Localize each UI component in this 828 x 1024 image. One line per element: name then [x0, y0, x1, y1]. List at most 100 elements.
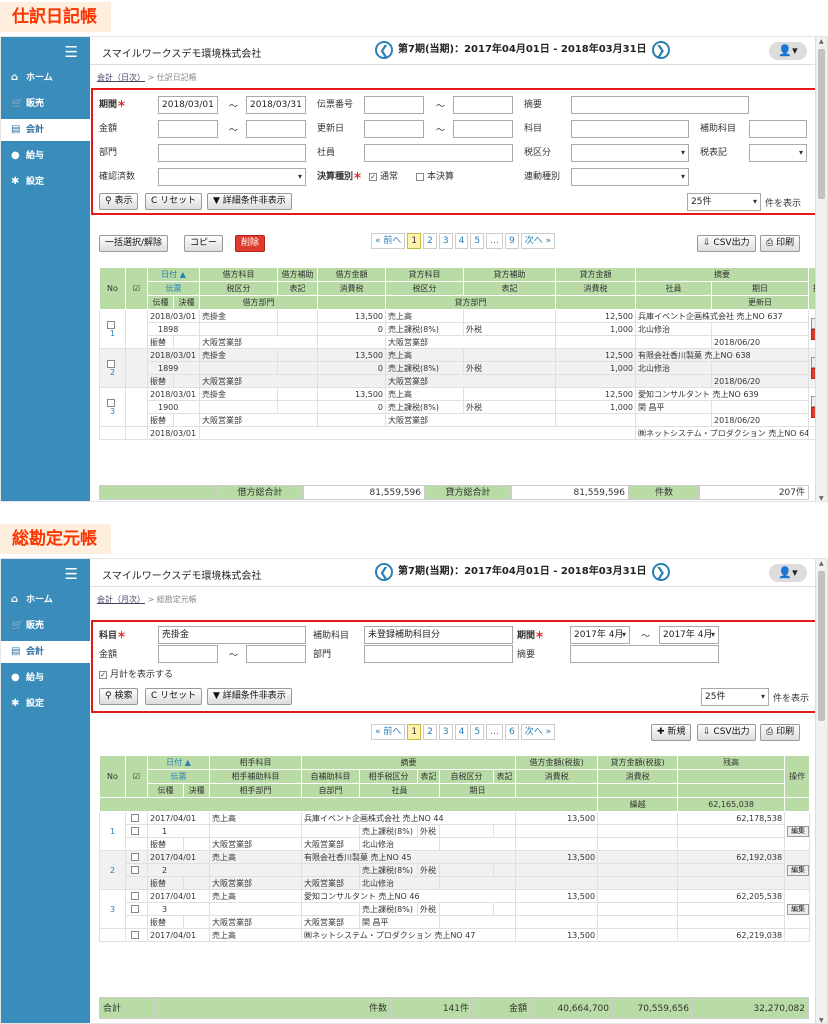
hamburger-menu-icon[interactable]: ☰: [65, 567, 78, 582]
breadcrumb-link[interactable]: 会計（月次）: [97, 595, 145, 604]
summary-input[interactable]: [571, 96, 749, 114]
page-9[interactable]: 9: [505, 233, 519, 249]
prev-period-icon[interactable]: ❮: [375, 41, 393, 59]
delete-button[interactable]: 削除: [235, 235, 266, 252]
detail-toggle-button[interactable]: ▼ 詳細条件非表示: [207, 193, 292, 210]
sub-account-input[interactable]: [749, 120, 807, 138]
detail-toggle-button[interactable]: ▼ 詳細条件非表示: [207, 688, 292, 705]
row-checkbox[interactable]: [131, 827, 139, 835]
period-from-select[interactable]: 2017年 4月: [570, 626, 630, 644]
row-number-link[interactable]: 2: [99, 850, 126, 890]
row-checkbox[interactable]: [131, 905, 139, 913]
link-type-select[interactable]: [571, 168, 689, 186]
date-from-input[interactable]: 2018/03/01: [158, 96, 218, 114]
row-checkbox[interactable]: [131, 866, 139, 874]
amount-from-input[interactable]: [158, 120, 218, 138]
scrollbar[interactable]: ▲ ▼: [815, 37, 827, 501]
page-2[interactable]: 2: [423, 233, 437, 249]
row-checkbox[interactable]: [131, 892, 139, 900]
voucher-from-input[interactable]: [364, 96, 424, 114]
updated-to-input[interactable]: [453, 120, 513, 138]
select-all-icon[interactable]: ☑: [125, 267, 148, 310]
hamburger-menu-icon[interactable]: ☰: [65, 45, 78, 60]
page-4[interactable]: 4: [454, 724, 469, 740]
show-button[interactable]: ⚲ 表示: [99, 193, 139, 210]
sidebar-item-sales[interactable]: 🛒 販売: [1, 615, 90, 637]
row-number-link[interactable]: 3: [110, 407, 115, 416]
amount-from-input[interactable]: [158, 645, 218, 663]
page-4[interactable]: 4: [454, 233, 469, 249]
period-to-select[interactable]: 2017年 4月: [659, 626, 719, 644]
department-input[interactable]: [158, 144, 306, 162]
confirmed-select[interactable]: [158, 168, 306, 186]
reset-button[interactable]: C リセット: [145, 688, 203, 705]
per-page-select[interactable]: 25件: [701, 688, 769, 706]
sidebar-item-payroll[interactable]: ● 給与: [1, 667, 90, 689]
voucher-to-input[interactable]: [453, 96, 513, 114]
csv-export-button[interactable]: ⇩ CSV出力: [697, 724, 756, 741]
prev-period-icon[interactable]: ❮: [375, 563, 393, 581]
settle-normal-checkbox[interactable]: ✓ 通常: [369, 169, 398, 182]
row-checkbox[interactable]: [107, 359, 115, 368]
date-to-input[interactable]: 2018/03/31: [246, 96, 306, 114]
sub-account-input[interactable]: 未登録補助科目分: [364, 626, 513, 644]
row-number-link[interactable]: 2: [110, 368, 115, 377]
tax-category-select[interactable]: [571, 144, 689, 162]
page-6[interactable]: 6: [505, 724, 519, 740]
sidebar-item-settings[interactable]: ✱ 設定: [1, 693, 90, 715]
staff-input[interactable]: [364, 144, 513, 162]
row-checkbox[interactable]: [131, 853, 139, 861]
row-number-link[interactable]: 1: [99, 811, 126, 851]
page-1[interactable]: 1: [407, 233, 422, 249]
edit-button[interactable]: 編集: [787, 864, 809, 876]
page-next[interactable]: 次へ »: [520, 724, 556, 740]
page-5[interactable]: 5: [470, 724, 485, 740]
summary-input[interactable]: [570, 645, 719, 663]
user-menu-button[interactable]: 👤▾: [769, 42, 807, 60]
edit-button[interactable]: 編集: [787, 825, 809, 837]
row-checkbox[interactable]: [131, 931, 139, 939]
monthly-total-checkbox[interactable]: ✓ 月計を表示する: [99, 667, 173, 680]
page-prev[interactable]: « 前へ: [371, 233, 406, 249]
settle-final-checkbox[interactable]: 本決算: [416, 169, 454, 182]
bulk-select-button[interactable]: 一括選択/解除: [99, 235, 169, 252]
new-button[interactable]: ✚ 新規: [651, 724, 692, 741]
edit-button[interactable]: 編集: [787, 903, 809, 915]
row-number-link[interactable]: 1: [110, 329, 115, 338]
search-button[interactable]: ⚲ 検索: [99, 688, 139, 705]
page-5[interactable]: 5: [470, 233, 485, 249]
amount-to-input[interactable]: [246, 645, 306, 663]
page-2[interactable]: 2: [423, 724, 437, 740]
row-checkbox[interactable]: [131, 814, 139, 822]
sidebar-item-settings[interactable]: ✱ 設定: [1, 171, 90, 193]
sidebar-item-payroll[interactable]: ● 給与: [1, 145, 90, 167]
scrollbar[interactable]: ▲ ▼: [815, 559, 827, 1023]
csv-export-button[interactable]: ⇩ CSV出力: [697, 235, 756, 252]
next-period-icon[interactable]: ❯: [651, 563, 670, 581]
sort-date-link[interactable]: 日付 ▲: [146, 755, 211, 770]
row-checkbox[interactable]: [107, 320, 115, 329]
sidebar-item-accounting[interactable]: ▤ 会計: [1, 119, 90, 141]
row-number-link[interactable]: 3: [99, 889, 126, 929]
account-input[interactable]: 売掛金: [158, 626, 306, 644]
amount-to-input[interactable]: [246, 120, 306, 138]
user-menu-button[interactable]: 👤▾: [769, 564, 807, 582]
per-page-select[interactable]: 25件: [687, 193, 761, 211]
print-button[interactable]: ⎙ 印刷: [760, 235, 801, 252]
page-next[interactable]: 次へ »: [520, 233, 556, 249]
page-prev[interactable]: « 前へ: [371, 724, 406, 740]
sidebar-item-sales[interactable]: 🛒 販売: [1, 93, 90, 115]
copy-button[interactable]: コピー: [184, 235, 224, 252]
page-3[interactable]: 3: [438, 724, 453, 740]
print-button[interactable]: ⎙ 印刷: [760, 724, 801, 741]
page-3[interactable]: 3: [438, 233, 453, 249]
sidebar-item-home[interactable]: ⌂ ホーム: [1, 67, 90, 89]
account-input[interactable]: [571, 120, 689, 138]
tax-notation-select[interactable]: [749, 144, 807, 162]
breadcrumb-link[interactable]: 会計（日次）: [97, 73, 145, 82]
page-1[interactable]: 1: [407, 724, 422, 740]
updated-from-input[interactable]: [364, 120, 424, 138]
reset-button[interactable]: C リセット: [145, 193, 203, 210]
select-all-icon[interactable]: ☑: [125, 755, 148, 798]
sidebar-item-home[interactable]: ⌂ ホーム: [1, 589, 90, 611]
